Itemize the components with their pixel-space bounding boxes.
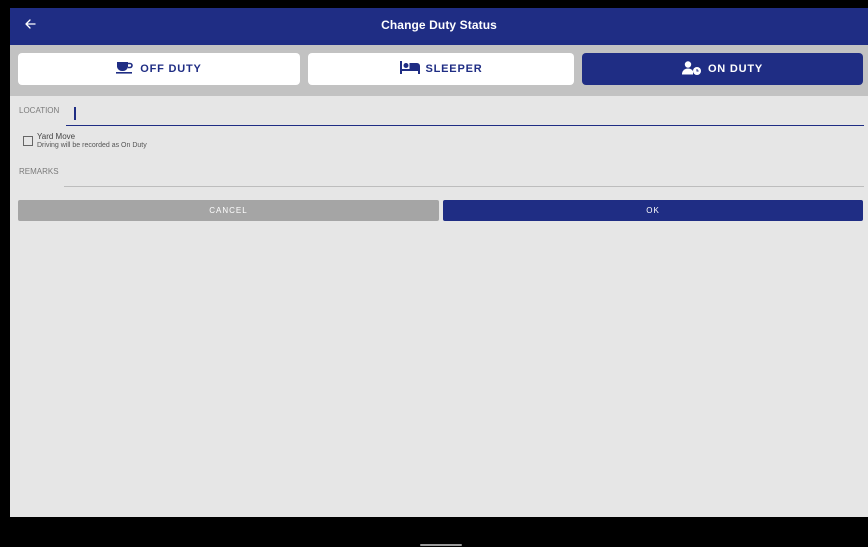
- yard-move-checkbox[interactable]: [23, 136, 33, 146]
- screen: Change Duty Status OFF DUTY SLEEPER ON D…: [10, 8, 868, 517]
- person-clock-icon: [681, 60, 708, 78]
- off-duty-label: OFF DUTY: [140, 63, 202, 75]
- on-duty-button[interactable]: ON DUTY: [582, 53, 863, 85]
- bed-icon: [399, 61, 426, 77]
- sleeper-label: SLEEPER: [425, 63, 483, 75]
- cancel-button[interactable]: CANCEL: [18, 200, 439, 221]
- sleeper-button[interactable]: SLEEPER: [308, 53, 574, 85]
- ok-button[interactable]: OK: [443, 200, 863, 221]
- remarks-label: REMARKS: [19, 167, 59, 176]
- location-label: LOCATION: [19, 106, 60, 115]
- app-bar: Change Duty Status: [10, 8, 868, 45]
- cancel-label: CANCEL: [209, 206, 248, 215]
- text-cursor: [74, 107, 76, 120]
- system-nav-bar: [0, 517, 868, 547]
- yard-move-label: Yard Move: [37, 132, 76, 141]
- home-indicator[interactable]: [420, 544, 462, 546]
- off-duty-button[interactable]: OFF DUTY: [18, 53, 300, 85]
- yard-move-description: Driving will be recorded as On Duty: [37, 142, 147, 149]
- ok-label: OK: [646, 206, 660, 215]
- remarks-input[interactable]: [64, 166, 864, 187]
- coffee-cup-icon: [116, 61, 140, 77]
- page-title: Change Duty Status: [381, 18, 497, 32]
- duty-status-bar: OFF DUTY SLEEPER ON DUTY: [10, 45, 868, 96]
- location-input[interactable]: [66, 103, 864, 126]
- on-duty-label: ON DUTY: [707, 63, 764, 75]
